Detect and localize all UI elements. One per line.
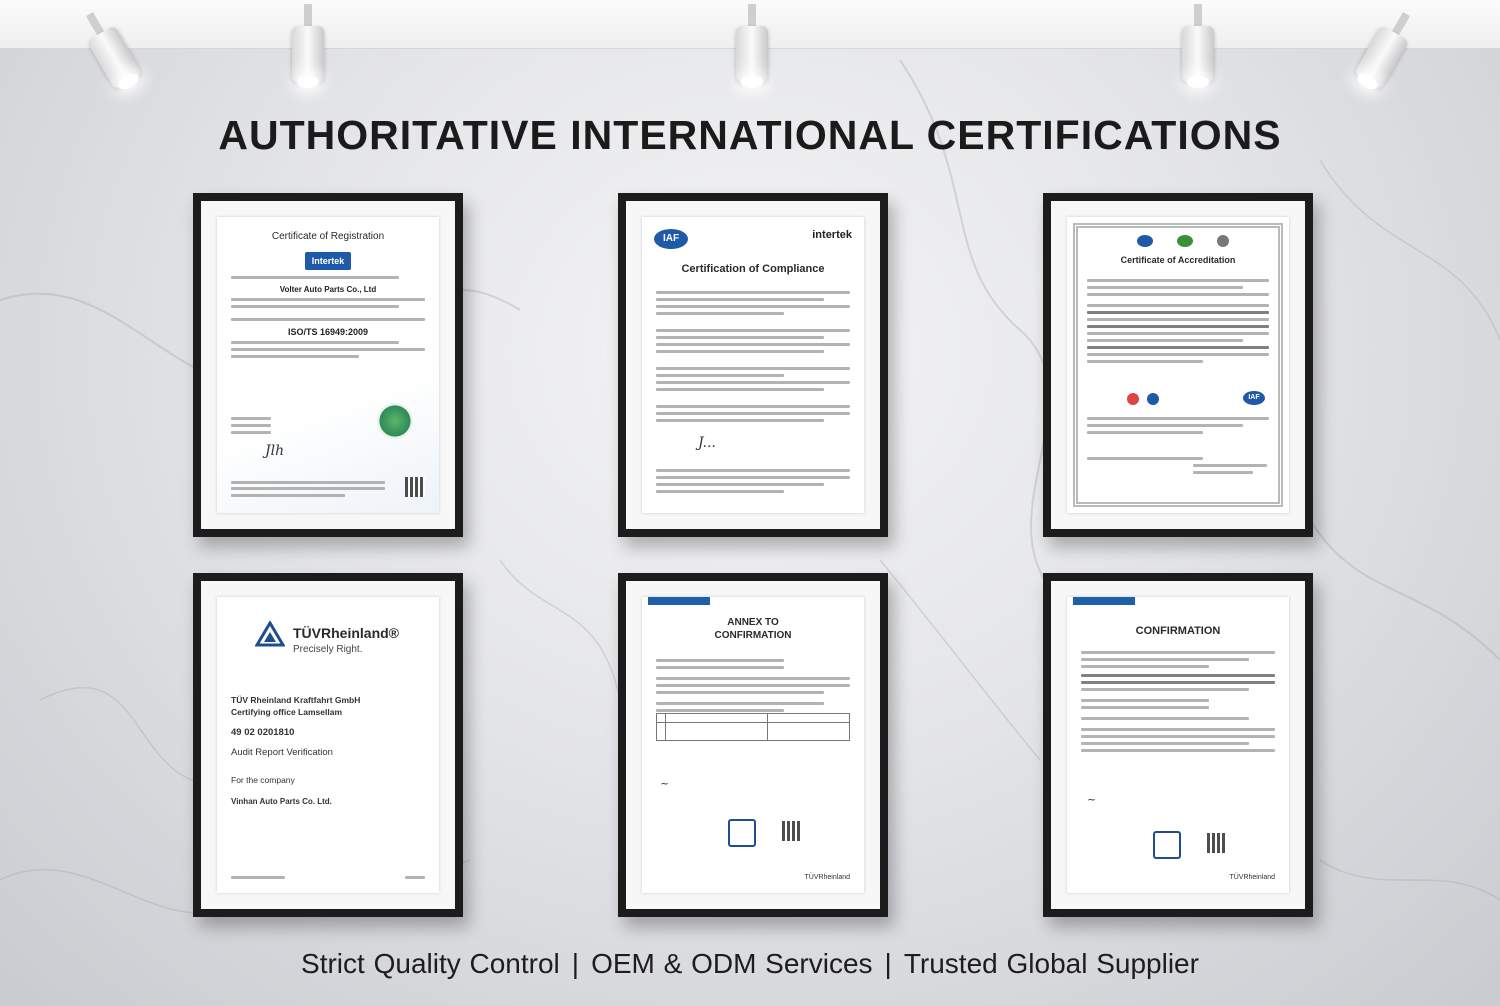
- tuv-brand: TÜVRheinland®: [293, 625, 399, 641]
- signature: Jlh: [265, 443, 285, 459]
- confirmation-title: CONFIRMATION: [1135, 625, 1221, 637]
- certificate-frame: Certificate of Registration Intertek Vol…: [193, 193, 463, 537]
- company-name: Vinhan Auto Parts Co. Ltd.: [231, 797, 332, 806]
- certificate-frame: IAF intertek Certification of Compliance…: [618, 193, 888, 537]
- certificate-document: CONFIRMATION ~ TÜVRheinland: [1067, 597, 1289, 893]
- certificate-title: Certification of Compliance: [681, 263, 825, 275]
- qr-code-icon: [405, 477, 425, 497]
- header-bar: [1073, 597, 1135, 605]
- tagline-separator: |: [884, 948, 892, 979]
- signature: J...: [698, 435, 716, 451]
- certificate-document: TÜVRheinland® Precisely Right. TÜV Rhein…: [217, 597, 439, 893]
- annex-title-line1: ANNEX TO: [727, 617, 779, 628]
- certificate-frame: Certificate of Accreditation IAF: [1043, 193, 1313, 537]
- certificate-title: Certificate of Registration: [271, 231, 385, 242]
- tuv-slogan: Precisely Right.: [293, 644, 363, 655]
- spotlight-icon: [732, 4, 772, 94]
- issuer-office: Certifying office Lamsellam: [231, 707, 343, 717]
- tagline: Strict Quality Control | OEM & ODM Service…: [0, 948, 1500, 980]
- tagline-separator: |: [571, 948, 580, 979]
- tagline-item: Trusted Global Supplier: [903, 948, 1199, 979]
- for-company-label: For the company: [231, 775, 295, 785]
- certificate-document: Certificate of Registration Intertek Vol…: [217, 217, 439, 513]
- certificate-frame: ANNEX TO CONFIRMATION ~ TÜVRheinland: [618, 573, 888, 917]
- page-title: AUTHORITATIVE INTERNATIONAL CERTIFICATIO…: [218, 112, 1282, 158]
- spotlight-icon: [1178, 4, 1218, 94]
- iaf-badge: IAF: [1243, 391, 1265, 405]
- signature: ~: [1087, 793, 1097, 806]
- mark-icon: [1127, 393, 1139, 405]
- qr-code-icon: [782, 821, 802, 841]
- intertek-logo: Intertek: [305, 252, 351, 270]
- tuv-seal-icon: [728, 819, 756, 847]
- certificate-document: ANNEX TO CONFIRMATION ~ TÜVRheinland: [642, 597, 864, 893]
- intertek-brand: intertek: [812, 229, 852, 241]
- certificate-frame: TÜVRheinland® Precisely Right. TÜV Rhein…: [193, 573, 463, 917]
- qr-code-icon: [1207, 833, 1227, 853]
- accreditation-logo-icon: [1177, 235, 1193, 247]
- tuv-seal-icon: [1153, 831, 1181, 859]
- report-number: 49 02 0201810: [231, 727, 295, 738]
- issuer-name: TÜV Rheinland Kraftfahrt GmbH: [231, 695, 361, 705]
- tagline-item: Strict Quality Control: [301, 948, 560, 979]
- iaf-badge: IAF: [654, 229, 688, 249]
- tagline-item: OEM & ODM Services: [591, 948, 873, 979]
- globe-seal-icon: [377, 403, 413, 439]
- accreditation-logo-icon: [1137, 235, 1153, 247]
- tuv-triangle-icon: [255, 621, 285, 647]
- footer-brand: TÜVRheinland: [804, 874, 850, 881]
- footer-brand: TÜVRheinland: [1229, 874, 1275, 881]
- report-heading: Audit Report Verification: [231, 747, 333, 758]
- annex-table: [656, 713, 850, 741]
- certificate-document: IAF intertek Certification of Compliance…: [642, 217, 864, 513]
- spotlight-icon: [288, 4, 328, 94]
- header-bar: [648, 597, 710, 605]
- certificate-title: Certificate of Accreditation: [1120, 255, 1236, 265]
- certificate-document: Certificate of Accreditation IAF: [1067, 217, 1289, 513]
- company-name: Volter Auto Parts Co., Ltd: [279, 285, 377, 294]
- annex-title-line2: CONFIRMATION: [714, 630, 792, 641]
- signature: ~: [660, 777, 670, 790]
- mark-icon: [1147, 393, 1159, 405]
- accreditation-logo-icon: [1217, 235, 1229, 247]
- standard-number: ISO/TS 16949:2009: [287, 327, 369, 337]
- certificate-frame: CONFIRMATION ~ TÜVRheinland: [1043, 573, 1313, 917]
